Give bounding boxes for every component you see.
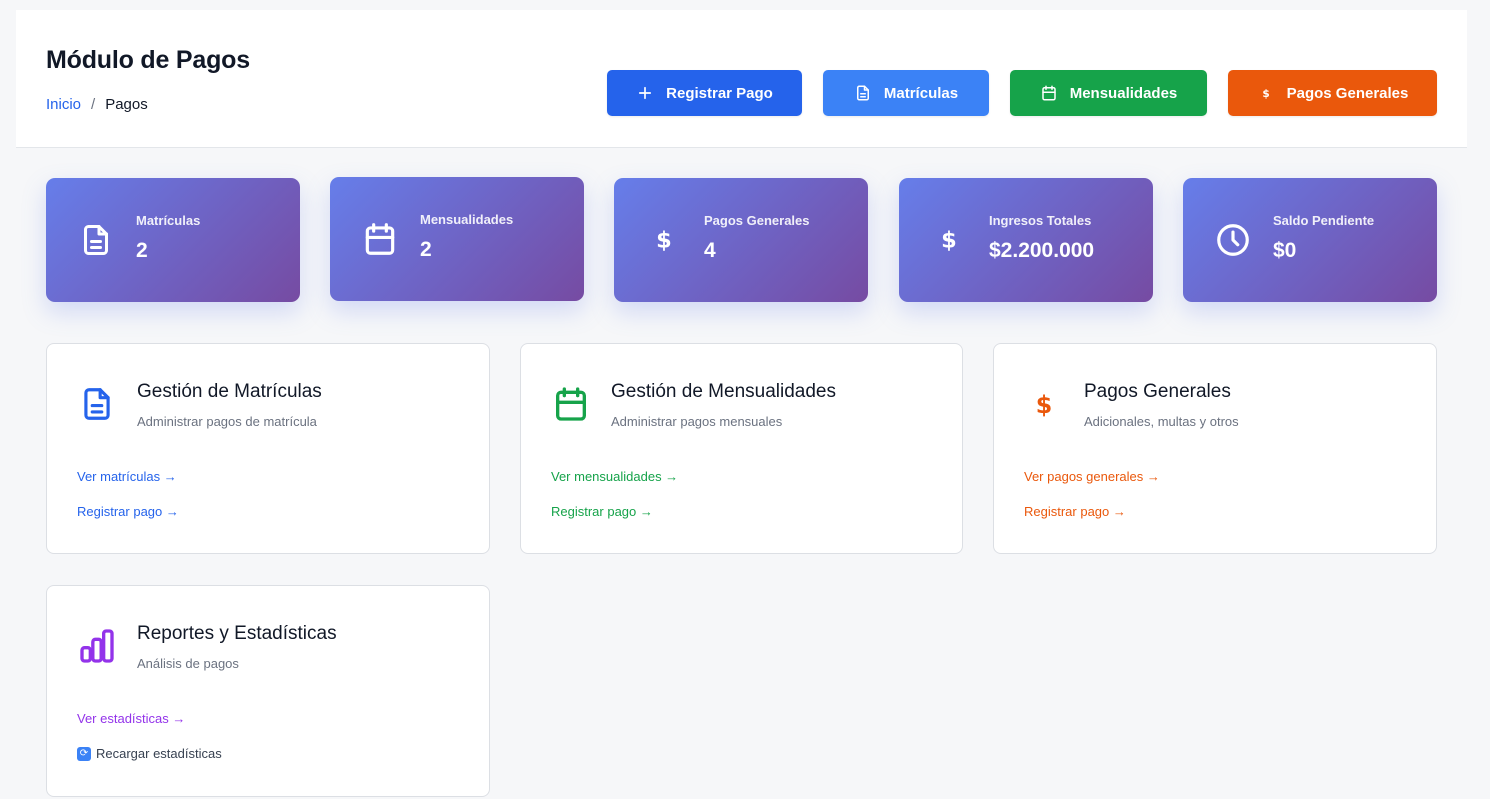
stat-label: Pagos Generales <box>704 213 810 228</box>
card-title: Pagos Generales <box>1084 381 1231 402</box>
stat-label: Matrículas <box>136 213 201 228</box>
pagos-generales-label: Pagos Generales <box>1286 84 1409 102</box>
refresh-icon: ⟳ <box>77 746 91 761</box>
stat-value: $0 <box>1273 239 1297 262</box>
stat-label: Saldo Pendiente <box>1273 213 1375 228</box>
stat-label: Mensualidades <box>420 212 514 227</box>
dollar-icon: $ <box>1024 384 1064 424</box>
stat-value: 2 <box>420 238 432 261</box>
breadcrumb-separator: / <box>91 96 96 113</box>
card-subtitle: Administrar pagos mensuales <box>611 414 783 429</box>
ver-estadisticas-link[interactable]: Ver estadísticas → <box>77 711 185 726</box>
calendar-icon <box>360 219 400 259</box>
svg-text:$: $ <box>1262 88 1269 100</box>
dollar-icon: $ <box>644 220 684 260</box>
card-title: Gestión de Matrículas <box>137 381 322 402</box>
card-subtitle: Adicionales, multas y otros <box>1084 414 1239 429</box>
calendar-icon <box>551 384 591 424</box>
breadcrumb: Inicio / Pagos <box>46 96 148 113</box>
registrar-pago-general-link[interactable]: Registrar pago → <box>1024 504 1126 519</box>
breadcrumb-current: Pagos <box>105 96 148 113</box>
registrar-pago-matricula-link[interactable]: Registrar pago → <box>77 504 179 519</box>
card-title: Gestión de Mensualidades <box>611 381 836 402</box>
stat-card-mensualidades: Mensualidades 2 <box>330 177 584 301</box>
card-gestion-matriculas: Gestión de Matrículas Administrar pagos … <box>46 343 490 554</box>
svg-text:$: $ <box>1036 391 1053 419</box>
card-pagos-generales: $ Pagos Generales Adicionales, multas y … <box>993 343 1437 554</box>
page-header: Módulo de Pagos Inicio / Pagos Registrar… <box>16 10 1467 148</box>
matriculas-label: Matrículas <box>883 84 959 102</box>
card-reportes-estadisticas: Reportes y Estadísticas Análisis de pago… <box>46 585 490 797</box>
stat-label: Ingresos Totales <box>989 213 1092 228</box>
ver-mensualidades-link[interactable]: Ver mensualidades → <box>551 469 678 484</box>
dollar-icon: $ <box>1262 88 1269 100</box>
calendar-icon <box>1041 85 1056 101</box>
stat-card-saldo-pendiente: Saldo Pendiente $0 <box>1183 178 1437 302</box>
card-subtitle: Análisis de pagos <box>137 656 239 671</box>
dollar-icon: $ <box>929 220 969 260</box>
mensualidades-label: Mensualidades <box>1069 84 1178 102</box>
matriculas-button[interactable]: Matrículas <box>823 70 989 116</box>
card-gestion-mensualidades: Gestión de Mensualidades Administrar pag… <box>520 343 963 554</box>
stat-value: 4 <box>704 239 716 262</box>
page-title: Módulo de Pagos <box>46 46 250 74</box>
card-title: Reportes y Estadísticas <box>137 623 337 644</box>
recargar-estadisticas-link[interactable]: ⟳ Recargar estadísticas <box>77 746 222 761</box>
card-subtitle: Administrar pagos de matrícula <box>137 414 317 429</box>
stat-card-pagos-generales: $ Pagos Generales 4 <box>614 178 868 302</box>
svg-text:$: $ <box>656 228 672 254</box>
clock-icon <box>1213 220 1253 260</box>
breadcrumb-home-link[interactable]: Inicio <box>46 96 81 113</box>
svg-text:$: $ <box>941 228 957 254</box>
bar-chart-icon <box>77 626 117 666</box>
recargar-estadisticas-label: Recargar estadísticas <box>96 746 222 761</box>
registrar-pago-label: Registrar Pago <box>666 84 773 102</box>
pagos-generales-button[interactable]: $ Pagos Generales <box>1228 70 1437 116</box>
plus-icon <box>639 86 652 100</box>
stat-value: 2 <box>136 239 148 262</box>
document-icon <box>856 85 869 101</box>
document-icon <box>76 220 116 260</box>
document-icon <box>77 384 117 424</box>
page: Módulo de Pagos Inicio / Pagos Registrar… <box>16 10 1467 799</box>
registrar-pago-button[interactable]: Registrar Pago <box>607 70 802 116</box>
stat-value: $2.200.000 <box>989 239 1095 262</box>
mensualidades-button[interactable]: Mensualidades <box>1010 70 1207 116</box>
ver-pagos-generales-link[interactable]: Ver pagos generales → <box>1024 469 1160 484</box>
stat-card-matriculas: Matrículas 2 <box>46 178 300 302</box>
ver-matriculas-link[interactable]: Ver matrículas → <box>77 469 177 484</box>
registrar-pago-mensualidad-link[interactable]: Registrar pago → <box>551 504 653 519</box>
stat-card-ingresos-totales: $ Ingresos Totales $2.200.000 <box>899 178 1153 302</box>
